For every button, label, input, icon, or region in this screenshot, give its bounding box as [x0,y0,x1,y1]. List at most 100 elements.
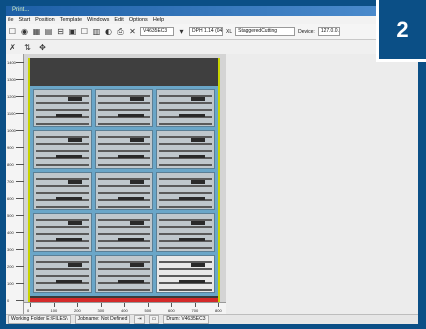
label-text-line [36,226,89,229]
label-text-line [97,109,151,111]
ruler-tick [16,198,24,199]
ruler-label: 100 [50,308,58,313]
print-label-tile[interactable] [33,171,92,211]
barcode-block [68,221,82,226]
print-label-tile[interactable] [94,171,154,211]
print-label-tile[interactable] [94,130,154,169]
print-sheet[interactable] [28,58,220,302]
label-text-line [36,233,89,236]
menu-help[interactable]: Help [153,17,164,23]
print-label-tile[interactable] [156,89,215,128]
working-folder: Working Folder E:\FILES\ [8,315,71,324]
label-text-line [159,102,212,104]
label-text-line [159,274,212,277]
label-text-line [159,226,212,229]
print-label-tile[interactable] [33,89,92,128]
menu-windows[interactable]: Windows [87,17,109,23]
barcode-block [179,155,206,159]
print-label-tile[interactable] [33,213,92,252]
barcode-block [179,279,206,283]
barcode-block [117,196,144,200]
canvas-area[interactable]: 1400 1300 1200 1100 1000 900 800 700 600 500 400 30… [6,54,226,314]
print-label-tile[interactable] [156,171,215,211]
drum-status: Drum: V4635EC3 [163,315,209,324]
menu-options[interactable]: Options [129,17,148,23]
label-text-line [97,143,151,146]
menu-edit[interactable]: Edit [114,17,123,23]
tools-icon[interactable]: ✕ [128,27,137,36]
menu-start[interactable]: Start [19,17,31,23]
dpi-select[interactable]: DPH 1.14 (045) [189,27,223,36]
label-text-line [97,267,151,270]
ruler-label: 900 [7,145,14,150]
print-label-tile[interactable] [94,254,154,293]
print-label-tile[interactable] [33,130,92,169]
barcode-block [191,138,206,143]
cut-icon[interactable]: ✗ [8,43,17,52]
menu-position[interactable]: Position [35,17,55,23]
new-icon[interactable]: ☐ [8,27,17,36]
ruler-tick [16,266,24,267]
grid-icon[interactable]: ▦ [32,27,41,36]
label-text-line [36,164,89,167]
page-icon[interactable]: ☐ [80,27,89,36]
print-label-tile[interactable] [33,254,92,293]
ruler-label: 0 [27,308,30,313]
label-text-line [159,109,212,111]
xl-label: XL [226,28,233,35]
vertical-ruler: 1400 1300 1200 1100 1000 900 800 700 600 500 400 30… [6,54,24,314]
barcode-block [179,238,206,242]
label-text-line [159,184,212,187]
right-pane [226,54,418,314]
table-icon[interactable]: ▥ [92,27,101,36]
label-text-line [36,267,89,270]
print-label-tile[interactable] [94,213,154,252]
export-icon[interactable]: ⇥ [134,315,145,324]
ruler-tick [100,303,102,307]
label-text-line [159,267,212,270]
preview-icon[interactable]: ▭ [148,315,160,324]
list-icon[interactable]: ▤ [44,27,53,36]
barcode-block [117,238,144,242]
ruler-label: 700 [191,308,199,313]
ruler-tick [16,147,24,148]
ruler-tick [53,303,55,307]
label-text-line [97,233,151,236]
label-text-line [36,274,89,277]
device-field[interactable]: 127.0.0.1 [317,27,340,36]
device-label: Device: [298,28,315,35]
print-label-tile[interactable] [156,254,215,293]
info-icon[interactable]: ◐ [104,27,113,36]
label-text-line [97,226,151,229]
open-icon[interactable]: ◉ [20,27,29,36]
label-text-line [36,247,89,250]
print-label-tile[interactable] [156,213,215,252]
layout-select[interactable]: StaggeredCutting [235,27,296,36]
ruler-tick [16,283,24,284]
ruler-tick [30,303,31,307]
print-label-tile[interactable] [156,130,215,169]
label-text-line [97,288,151,291]
label-text-line [97,123,151,125]
layout-icon[interactable]: ▣ [68,27,77,36]
menu-template[interactable]: Template [60,17,82,23]
jobname: Jobname: Not Defined [74,315,131,324]
tray-icon[interactable]: ⊟ [56,27,65,36]
frame: Print... ile Start Position Template Win… [0,0,426,329]
menu-file[interactable]: ile [8,17,14,23]
move-icon[interactable]: ✥ [38,43,47,52]
print-label-tile[interactable] [94,89,154,128]
print-icon[interactable]: ⎙ [116,27,125,36]
align-icon[interactable]: ⇅ [23,43,32,52]
ruler-label: 700 [7,179,14,184]
ruler-tick [194,303,196,307]
label-text-line [97,205,151,208]
ruler-tick [16,130,24,131]
label-text-line [159,288,212,291]
barcode-block [68,138,82,143]
chevron-down-icon[interactable]: ▾ [177,27,186,36]
label-text-line [159,150,212,153]
template-select[interactable]: V4635EC3 [140,27,174,36]
barcode-block [179,114,206,117]
barcode-block [191,97,206,101]
